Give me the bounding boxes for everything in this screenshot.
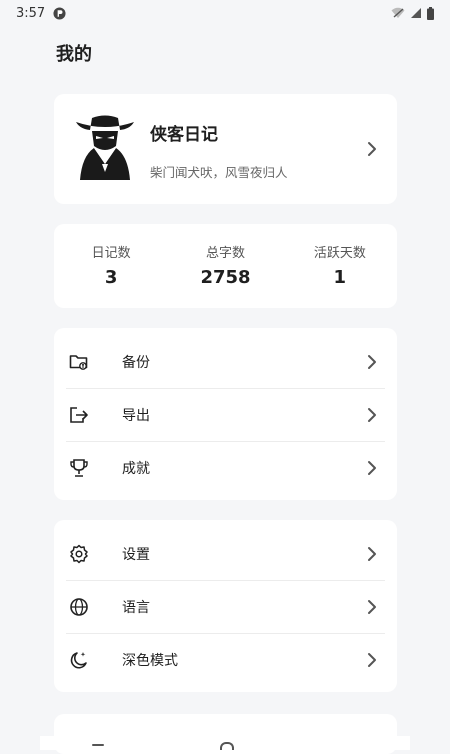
menu-card-preferences: 设置 语言 深色模式 xyxy=(54,520,397,692)
stat-label: 活跃天数 xyxy=(313,246,366,261)
backup-folder-icon xyxy=(69,355,88,370)
menu-label: 备份 xyxy=(122,355,150,371)
menu-item-settings[interactable]: 设置 xyxy=(54,527,397,580)
page-title: 我的 xyxy=(56,44,92,65)
status-bar: 3:57 xyxy=(0,0,450,26)
avatar xyxy=(76,115,134,180)
stat-value: 2758 xyxy=(200,267,251,288)
profile-name: 侠客日记 xyxy=(150,125,218,145)
chevron-right-icon xyxy=(368,355,376,369)
wifi-icon xyxy=(391,7,405,18)
stat-value: 3 xyxy=(104,267,118,288)
menu-item-export[interactable]: 导出 xyxy=(54,388,397,441)
menu-item-language[interactable]: 语言 xyxy=(54,580,397,633)
profile-motto: 柴门闻犬吠，风雪夜归人 xyxy=(150,165,288,180)
menu-label: 设置 xyxy=(122,547,150,563)
chevron-right-icon xyxy=(368,408,376,422)
stat-label: 日记数 xyxy=(91,246,131,261)
chevron-right-icon xyxy=(368,547,376,561)
stat-value: 1 xyxy=(333,267,347,288)
chevron-right-icon xyxy=(368,142,376,156)
battery-icon xyxy=(427,6,434,20)
menu-item-dark-mode[interactable]: 深色模式 xyxy=(54,633,397,686)
stat-diary-count: 日记数 3 xyxy=(54,224,168,308)
status-time: 3:57 xyxy=(16,5,46,21)
menu-item-backup[interactable]: 备份 xyxy=(54,335,397,388)
chevron-right-icon xyxy=(368,600,376,614)
trophy-icon xyxy=(70,459,88,477)
bottom-nav xyxy=(40,736,410,750)
menu-label: 深色模式 xyxy=(122,653,178,669)
menu-label: 成就 xyxy=(122,461,150,477)
chevron-right-icon xyxy=(368,461,376,475)
moon-icon xyxy=(70,652,87,669)
stat-label: 总字数 xyxy=(205,246,245,261)
nav-diary-icon[interactable] xyxy=(92,744,104,746)
stat-active-days: 活跃天数 1 xyxy=(283,224,397,308)
signal-icon xyxy=(411,8,421,18)
menu-label: 导出 xyxy=(122,408,150,424)
stats-card: 日记数 3 总字数 2758 活跃天数 1 xyxy=(54,224,397,308)
profile-card[interactable]: 侠客日记 柴门闻犬吠，风雪夜归人 xyxy=(54,94,397,204)
chevron-right-icon xyxy=(368,653,376,667)
menu-item-achievements[interactable]: 成就 xyxy=(54,441,397,494)
export-icon xyxy=(70,407,88,423)
app-notification-icon xyxy=(53,6,66,20)
menu-card-data: 备份 导出 成就 xyxy=(54,328,397,500)
gear-icon xyxy=(70,544,88,564)
stat-word-count: 总字数 2758 xyxy=(168,224,282,308)
menu-label: 语言 xyxy=(122,600,150,616)
nav-profile-icon[interactable] xyxy=(220,742,234,750)
globe-icon xyxy=(70,598,88,616)
